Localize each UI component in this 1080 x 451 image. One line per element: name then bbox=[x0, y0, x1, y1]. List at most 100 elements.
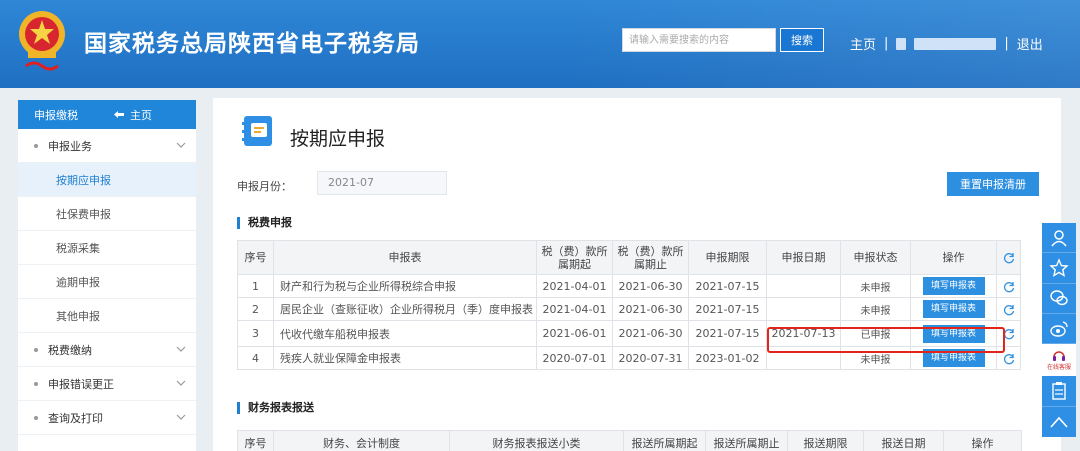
declaration-book-icon bbox=[242, 116, 272, 146]
cell-deadline: 2023-01-02 bbox=[688, 346, 767, 370]
headset-icon bbox=[1053, 351, 1065, 362]
cell-refresh[interactable] bbox=[996, 346, 1021, 370]
sidebar-item-label: 税费缴纳 bbox=[48, 343, 92, 357]
sidebar-item-overdue[interactable]: 逾期申报 bbox=[18, 265, 196, 299]
sidebar-group-declaration[interactable]: 申报业务 bbox=[18, 129, 196, 163]
cell-form: 代收代缴车船税申报表 bbox=[273, 320, 537, 347]
table-header: 报送所属期起 bbox=[623, 430, 706, 451]
sidebar-item-other[interactable]: 其他申报 bbox=[18, 299, 196, 333]
sidebar-item-label: 查询及打印 bbox=[48, 411, 103, 425]
weibo-icon bbox=[1050, 320, 1068, 337]
sidebar-item-label: 按期应申报 bbox=[56, 173, 111, 187]
redacted-user-block bbox=[896, 37, 907, 50]
cell-deadline: 2021-07-15 bbox=[688, 274, 767, 298]
bullet-icon bbox=[34, 415, 38, 420]
cell-date bbox=[766, 346, 841, 370]
search-input[interactable] bbox=[622, 28, 776, 52]
sidebar-item-tax-source[interactable]: 税源采集 bbox=[18, 231, 196, 265]
float-online-service-button[interactable]: 在线客服 bbox=[1042, 344, 1076, 377]
cell-form: 残疾人就业保障金申报表 bbox=[273, 346, 537, 370]
float-back-to-top-button[interactable] bbox=[1042, 407, 1076, 437]
cell-action: 填写申报表 bbox=[910, 297, 997, 321]
chevron-down-icon bbox=[176, 380, 186, 386]
star-icon bbox=[1049, 258, 1069, 277]
table-header: 税（费）款所属期止 bbox=[612, 240, 689, 275]
table-header: 报送日期 bbox=[863, 430, 944, 451]
nav-logout-link[interactable]: 退出 bbox=[1017, 34, 1043, 53]
fill-declaration-button[interactable]: 填写申报表 bbox=[922, 300, 985, 318]
table-header: 序号 bbox=[237, 430, 274, 451]
cell-refresh[interactable] bbox=[996, 320, 1021, 347]
cell-refresh[interactable] bbox=[996, 274, 1021, 298]
table-row: 4 残疾人就业保障金申报表 2020-07-01 2020-07-31 2023… bbox=[237, 346, 1021, 370]
nav-separator: | bbox=[1004, 36, 1009, 51]
float-weibo-button[interactable] bbox=[1042, 314, 1076, 345]
sidebar-item-label: 逾期申报 bbox=[56, 275, 100, 289]
cell-action: 填写申报表 bbox=[910, 274, 997, 298]
nav-separator: | bbox=[884, 36, 889, 51]
chevron-down-icon bbox=[176, 414, 186, 420]
table-header: 申报期限 bbox=[688, 240, 767, 275]
cell-form: 财产和行为税与企业所得税综合申报 bbox=[273, 274, 537, 298]
table-header: 申报状态 bbox=[840, 240, 911, 275]
float-favorite-button[interactable] bbox=[1042, 253, 1076, 284]
fill-declaration-button[interactable]: 填写申报表 bbox=[922, 324, 985, 343]
cell-start: 2021-04-01 bbox=[536, 274, 613, 298]
refresh-icon bbox=[1003, 281, 1014, 292]
sidebar-item-label: 申报错误更正 bbox=[48, 377, 114, 391]
bullet-icon bbox=[34, 143, 38, 148]
sidebar-item-periodic-declaration[interactable]: 按期应申报 bbox=[18, 163, 196, 197]
sidebar-item-label: 申报业务 bbox=[48, 139, 92, 153]
search-button[interactable]: 搜索 bbox=[780, 28, 824, 52]
finance-section-title: 财务报表报送 bbox=[237, 402, 314, 414]
sidebar-item-social-security[interactable]: 社保费申报 bbox=[18, 197, 196, 231]
cell-start: 2021-06-01 bbox=[536, 320, 613, 347]
period-value: 2021-07 bbox=[328, 176, 374, 189]
cell-end: 2020-07-31 bbox=[612, 346, 689, 370]
table-header: 操作 bbox=[943, 430, 1022, 451]
sidebar-home-link[interactable]: 主页 bbox=[114, 107, 152, 123]
table-row: 1 财产和行为税与企业所得税综合申报 2021-04-01 2021-06-30… bbox=[237, 274, 1021, 298]
cell-status: 已申报 bbox=[840, 320, 911, 347]
top-header: 国家税务总局陕西省电子税务局 搜索 主页 | | 退出 bbox=[0, 0, 1080, 88]
nav-home-link[interactable]: 主页 bbox=[850, 34, 876, 53]
tax-section-title: 税费申报 bbox=[237, 217, 292, 229]
bullet-icon bbox=[34, 381, 38, 386]
cell-action: 填写申报表 bbox=[910, 346, 997, 370]
cell-no: 4 bbox=[237, 346, 274, 370]
fill-declaration-button[interactable]: 填写申报表 bbox=[922, 349, 985, 367]
fill-declaration-button[interactable]: 填写申报表 bbox=[922, 277, 985, 295]
wechat-icon bbox=[1050, 290, 1068, 306]
chevron-down-icon bbox=[176, 142, 186, 148]
table-header: 报送所属期止 bbox=[705, 430, 788, 451]
site-title: 国家税务总局陕西省电子税务局 bbox=[84, 31, 420, 57]
sidebar-group-query-print[interactable]: 查询及打印 bbox=[18, 401, 196, 435]
table-header: 申报表 bbox=[273, 240, 537, 275]
reset-declaration-list-button[interactable]: 重置申报清册 bbox=[947, 172, 1039, 196]
refresh-icon bbox=[1003, 253, 1014, 264]
cell-refresh[interactable] bbox=[996, 297, 1021, 321]
sidebar-header-label: 申报缴税 bbox=[34, 108, 78, 122]
cell-no: 1 bbox=[237, 274, 274, 298]
period-label: 申报月份： bbox=[237, 180, 292, 193]
cell-form: 居民企业（查账征收）企业所得税月（季）度申报表 bbox=[273, 297, 537, 321]
period-input[interactable]: 2021-07 bbox=[317, 171, 447, 195]
table-header: 税（费）款所属期起 bbox=[536, 240, 613, 275]
refresh-icon bbox=[1003, 304, 1014, 315]
tax-declaration-table: 序号 申报表 税（费）款所属期起 税（费）款所属期止 申报期限 申报日期 申报状… bbox=[237, 240, 1021, 370]
sidebar-item-label: 社保费申报 bbox=[56, 207, 111, 221]
float-wechat-button[interactable] bbox=[1042, 284, 1076, 314]
home-arrow-icon bbox=[114, 111, 124, 118]
sidebar-group-payment[interactable]: 税费缴纳 bbox=[18, 333, 196, 367]
cell-start: 2021-04-01 bbox=[536, 297, 613, 321]
float-user-button[interactable] bbox=[1042, 223, 1076, 254]
finance-report-table: 序号 财务、会计制度 财务报表报送小类 报送所属期起 报送所属期止 报送期限 报… bbox=[237, 430, 1022, 451]
float-notes-button[interactable] bbox=[1042, 376, 1076, 407]
refresh-icon bbox=[1003, 353, 1014, 364]
tax-emblem-icon bbox=[19, 11, 65, 71]
refresh-icon bbox=[1003, 329, 1014, 340]
table-header-refresh[interactable] bbox=[996, 240, 1021, 275]
table-header: 财务报表报送小类 bbox=[449, 430, 624, 451]
cell-date: 2021-07-13 bbox=[766, 320, 841, 347]
sidebar-group-correction[interactable]: 申报错误更正 bbox=[18, 367, 196, 401]
